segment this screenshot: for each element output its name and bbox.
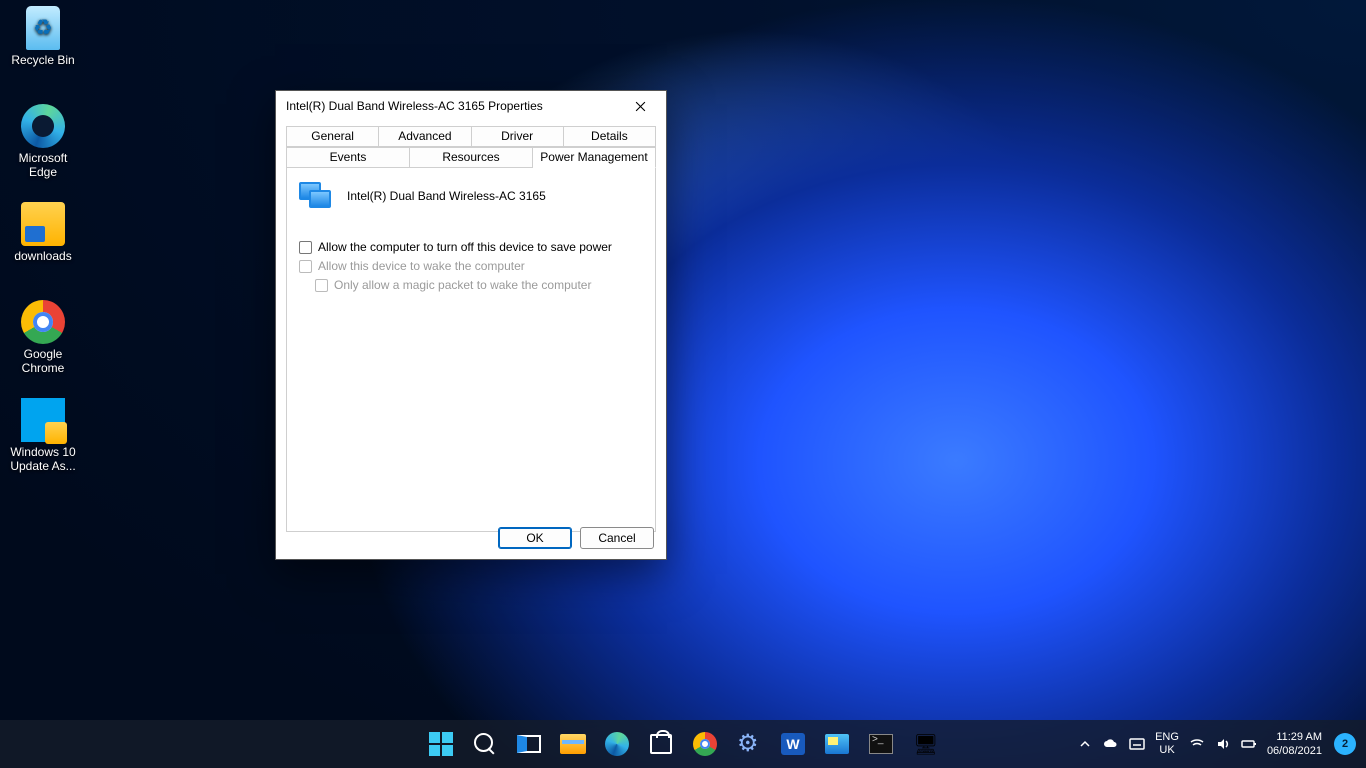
start-icon [429, 732, 453, 756]
microsoft-store-icon [650, 734, 672, 754]
desktop-icon-label: Microsoft Edge [4, 151, 82, 179]
tab-details[interactable]: Details [564, 126, 656, 147]
taskbar-word[interactable]: W [773, 724, 813, 764]
taskbar-device-manager[interactable] [905, 724, 945, 764]
tab-strip: GeneralAdvancedDriverDetails EventsResou… [276, 121, 666, 167]
clock-time: 11:29 AM [1267, 730, 1322, 744]
option-allow-wake: Allow this device to wake the computer [299, 259, 643, 273]
desktop-icon-recycle-bin[interactable]: Recycle Bin [4, 6, 82, 67]
checkbox-allow-wake [299, 260, 312, 273]
tab-driver[interactable]: Driver [472, 126, 564, 147]
task-view-icon [517, 735, 541, 753]
close-button[interactable] [620, 92, 660, 120]
option-allow-power-off[interactable]: Allow the computer to turn off this devi… [299, 240, 643, 254]
downloads-icon [21, 202, 65, 246]
volume-icon[interactable] [1213, 720, 1233, 768]
tab-advanced[interactable]: Advanced [379, 126, 471, 147]
word-icon: W [781, 733, 805, 755]
ok-button[interactable]: OK [498, 527, 572, 549]
device-properties-dialog: Intel(R) Dual Band Wireless-AC 3165 Prop… [275, 90, 667, 560]
device-manager-icon [913, 732, 937, 756]
checkbox-allow-power-off[interactable] [299, 241, 312, 254]
taskbar-paint[interactable] [817, 724, 857, 764]
command-prompt-icon: >_ [869, 734, 893, 754]
option-label: Allow the computer to turn off this devi… [318, 240, 612, 254]
device-name-label: Intel(R) Dual Band Wireless-AC 3165 [347, 189, 546, 203]
paint-icon [825, 734, 849, 754]
taskbar-pinned-apps: W >_ [421, 724, 945, 764]
taskbar-start[interactable] [421, 724, 461, 764]
desktop-icon-google-chrome[interactable]: Google Chrome [4, 300, 82, 375]
desktop-icon-label: Google Chrome [4, 347, 82, 375]
language-indicator[interactable]: ENG UK [1153, 731, 1181, 757]
taskbar-settings[interactable] [729, 724, 769, 764]
tab-power-management[interactable]: Power Management [533, 147, 656, 168]
taskbar-chrome[interactable] [685, 724, 725, 764]
cancel-button[interactable]: Cancel [580, 527, 654, 549]
lang-primary: ENG [1155, 731, 1179, 744]
desktop-icon-label: Windows 10 Update As... [4, 445, 82, 473]
desktop-wallpaper [0, 0, 1366, 768]
desktop-icon-downloads[interactable]: downloads [4, 202, 82, 263]
network-adapter-icon [299, 182, 333, 210]
microsoft-edge-icon [21, 104, 65, 148]
taskbar-edge[interactable] [597, 724, 637, 764]
edge-icon [605, 732, 629, 756]
chrome-icon [693, 732, 717, 756]
dialog-titlebar[interactable]: Intel(R) Dual Band Wireless-AC 3165 Prop… [276, 91, 666, 121]
touch-keyboard-icon[interactable] [1127, 720, 1147, 768]
option-label: Only allow a magic packet to wake the co… [334, 278, 591, 292]
desktop-icon-label: downloads [4, 249, 82, 263]
option-magic-packet: Only allow a magic packet to wake the co… [315, 278, 643, 292]
tab-resources[interactable]: Resources [410, 147, 533, 167]
option-label: Allow this device to wake the computer [318, 259, 525, 273]
file-explorer-icon [560, 734, 586, 754]
checkbox-magic-packet [315, 279, 328, 292]
recycle-bin-icon [26, 6, 60, 50]
taskbar-search[interactable] [465, 724, 505, 764]
tab-events[interactable]: Events [286, 147, 410, 167]
desktop-icon-windows-10-update[interactable]: Windows 10 Update As... [4, 398, 82, 473]
dialog-title: Intel(R) Dual Band Wireless-AC 3165 Prop… [286, 99, 620, 113]
clock[interactable]: 11:29 AM 06/08/2021 [1265, 730, 1326, 758]
desktop-icon-label: Recycle Bin [4, 53, 82, 67]
google-chrome-icon [21, 300, 65, 344]
settings-icon [737, 732, 761, 756]
taskbar-command-prompt[interactable]: >_ [861, 724, 901, 764]
windows-10-update-icon [21, 398, 65, 442]
taskbar-microsoft-store[interactable] [641, 724, 681, 764]
battery-icon[interactable] [1239, 720, 1259, 768]
onedrive-icon[interactable] [1101, 720, 1121, 768]
search-icon [473, 732, 497, 756]
wifi-icon[interactable] [1187, 720, 1207, 768]
tray-overflow-chevron-icon[interactable] [1075, 720, 1095, 768]
taskbar: W >_ ENG UK 11:29 AM 06/08/2021 2 [0, 720, 1366, 768]
lang-secondary: UK [1155, 744, 1179, 757]
tab-general[interactable]: General [286, 126, 379, 147]
system-tray: ENG UK 11:29 AM 06/08/2021 2 [1075, 720, 1362, 768]
close-icon [635, 101, 646, 112]
notifications-badge[interactable]: 2 [1334, 733, 1356, 755]
desktop-icon-microsoft-edge[interactable]: Microsoft Edge [4, 104, 82, 179]
clock-date: 06/08/2021 [1267, 744, 1322, 758]
taskbar-file-explorer[interactable] [553, 724, 593, 764]
taskbar-task-view[interactable] [509, 724, 549, 764]
tab-panel-power-management: Intel(R) Dual Band Wireless-AC 3165 Allo… [286, 167, 656, 532]
